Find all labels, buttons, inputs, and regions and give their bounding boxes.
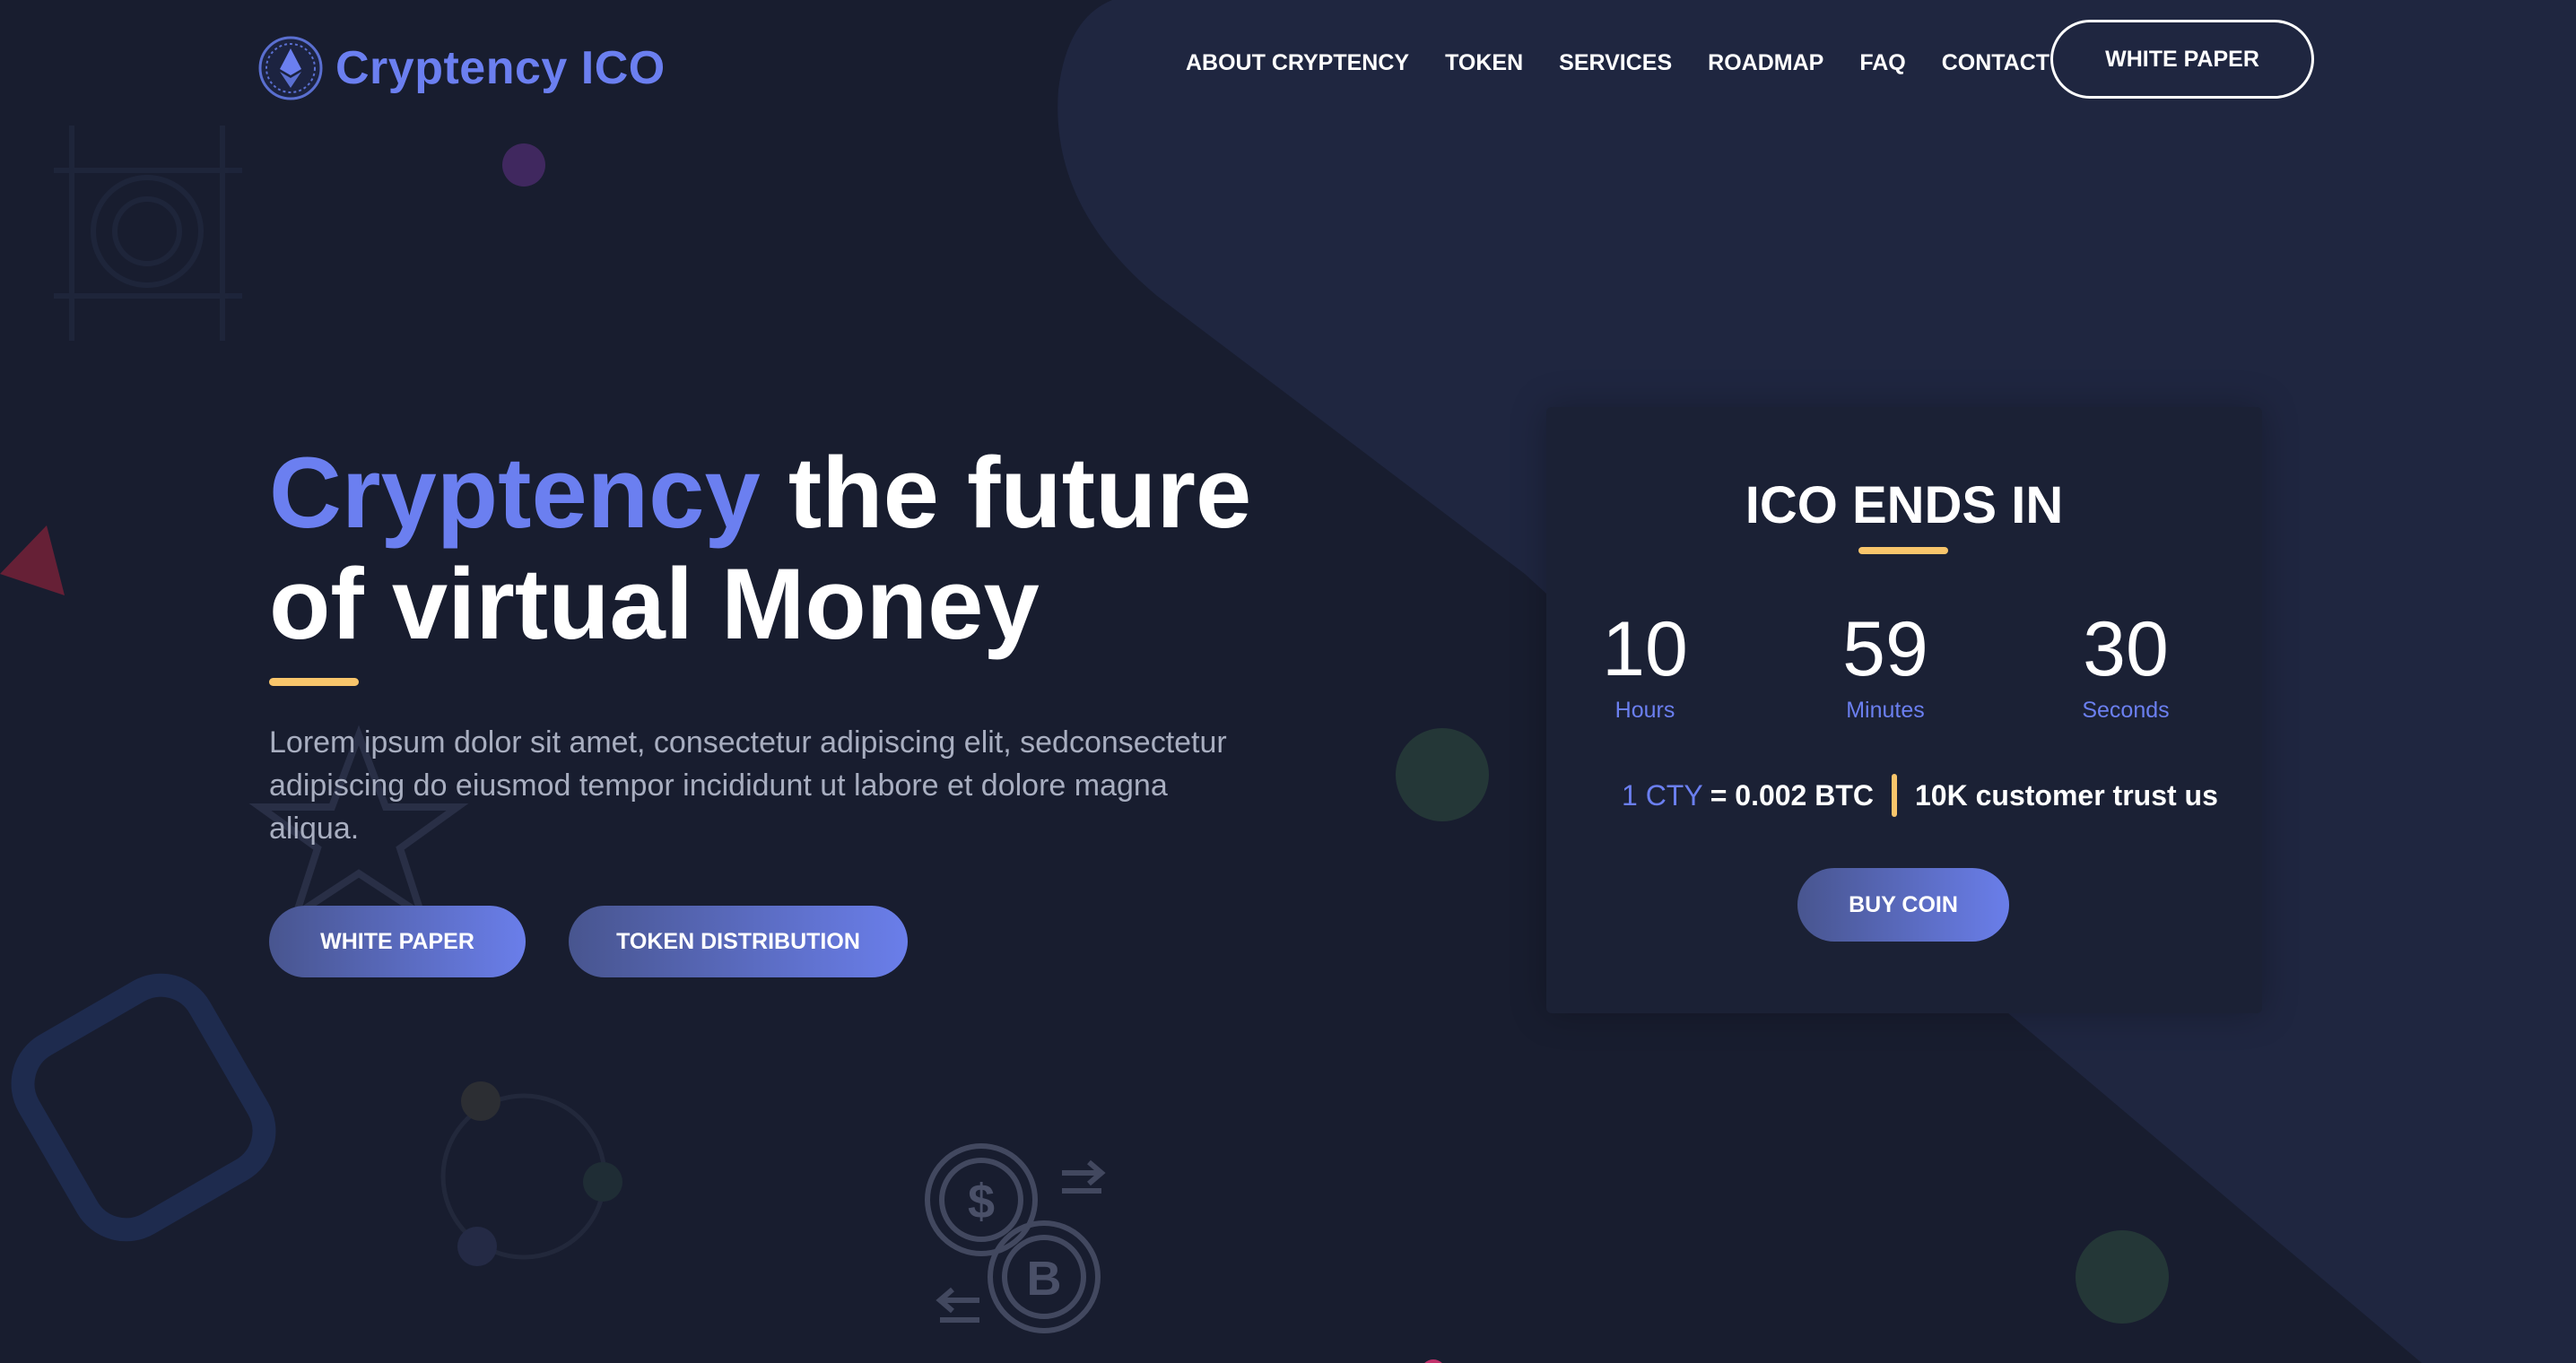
timer-hours: 10 Hours xyxy=(1573,604,1717,724)
nav-item-roadmap[interactable]: ROADMAP xyxy=(1708,50,1823,76)
ethereum-logo-icon xyxy=(258,36,323,100)
timer-hours-value: 10 xyxy=(1602,606,1688,692)
header-white-paper-button[interactable]: WHITE PAPER xyxy=(2050,20,2314,99)
hero-description: Lorem ipsum dolor sit amet, consectetur … xyxy=(269,725,1227,846)
hero-title: Cryptency the future of virtual Money xyxy=(269,438,1345,660)
nav-item-contact[interactable]: CONTACT xyxy=(1942,50,2049,76)
nav-item-services[interactable]: SERVICES xyxy=(1559,50,1672,76)
timer-seconds: 30 Seconds xyxy=(2054,604,2197,724)
svg-text:$: $ xyxy=(968,1175,995,1228)
dollar-bitcoin-exchange-icon: $ B xyxy=(925,1143,1106,1333)
countdown-title-underline xyxy=(1858,547,1948,554)
countdown-title: ICO ENDS IN xyxy=(1745,476,2064,534)
timer-minutes: 59 Minutes xyxy=(1814,604,1957,724)
token-rate-row: 1 CTY = 0.002 BTC 10K customer trust us xyxy=(1622,773,2218,818)
customer-trust-text: 10K customer trust us xyxy=(1915,778,2218,812)
hero-title-underline xyxy=(269,678,359,686)
nav-item-about[interactable]: ABOUT CRYPTENCY xyxy=(1186,50,1409,76)
ico-countdown-card: ICO ENDS IN 10 Hours 59 Minutes 30 Secon… xyxy=(1546,407,2262,1013)
rate-value: = 0.002 BTC xyxy=(1710,778,1874,812)
nav-item-token[interactable]: TOKEN xyxy=(1445,50,1523,76)
buy-coin-button[interactable]: BUY COIN xyxy=(1797,868,2009,942)
hero-title-accent: Cryptency xyxy=(269,437,761,549)
logo-text: Cryptency ICO xyxy=(335,42,666,94)
logo[interactable]: Cryptency ICO xyxy=(257,34,666,102)
token-distribution-button[interactable]: TOKEN DISTRIBUTION xyxy=(569,906,908,977)
white-paper-button[interactable]: WHITE PAPER xyxy=(269,906,526,977)
timer-minutes-value: 59 xyxy=(1842,606,1928,692)
timer-seconds-value: 30 xyxy=(2083,606,2169,692)
timer-hours-label: Hours xyxy=(1614,698,1675,723)
hero-title-line2: of virtual Money xyxy=(269,548,1040,660)
nav-item-faq[interactable]: FAQ xyxy=(1859,50,1905,76)
rate-divider xyxy=(1892,774,1897,817)
rate-token: 1 CTY xyxy=(1622,778,1703,812)
svg-text:B: B xyxy=(1027,1252,1062,1306)
main-nav: ABOUT CRYPTENCY TOKEN SERVICES ROADMAP F… xyxy=(1186,45,2049,81)
hero-title-line1-rest: the future xyxy=(760,437,1252,549)
timer-minutes-label: Minutes xyxy=(1846,698,1925,723)
timer-seconds-label: Seconds xyxy=(2082,698,2170,723)
